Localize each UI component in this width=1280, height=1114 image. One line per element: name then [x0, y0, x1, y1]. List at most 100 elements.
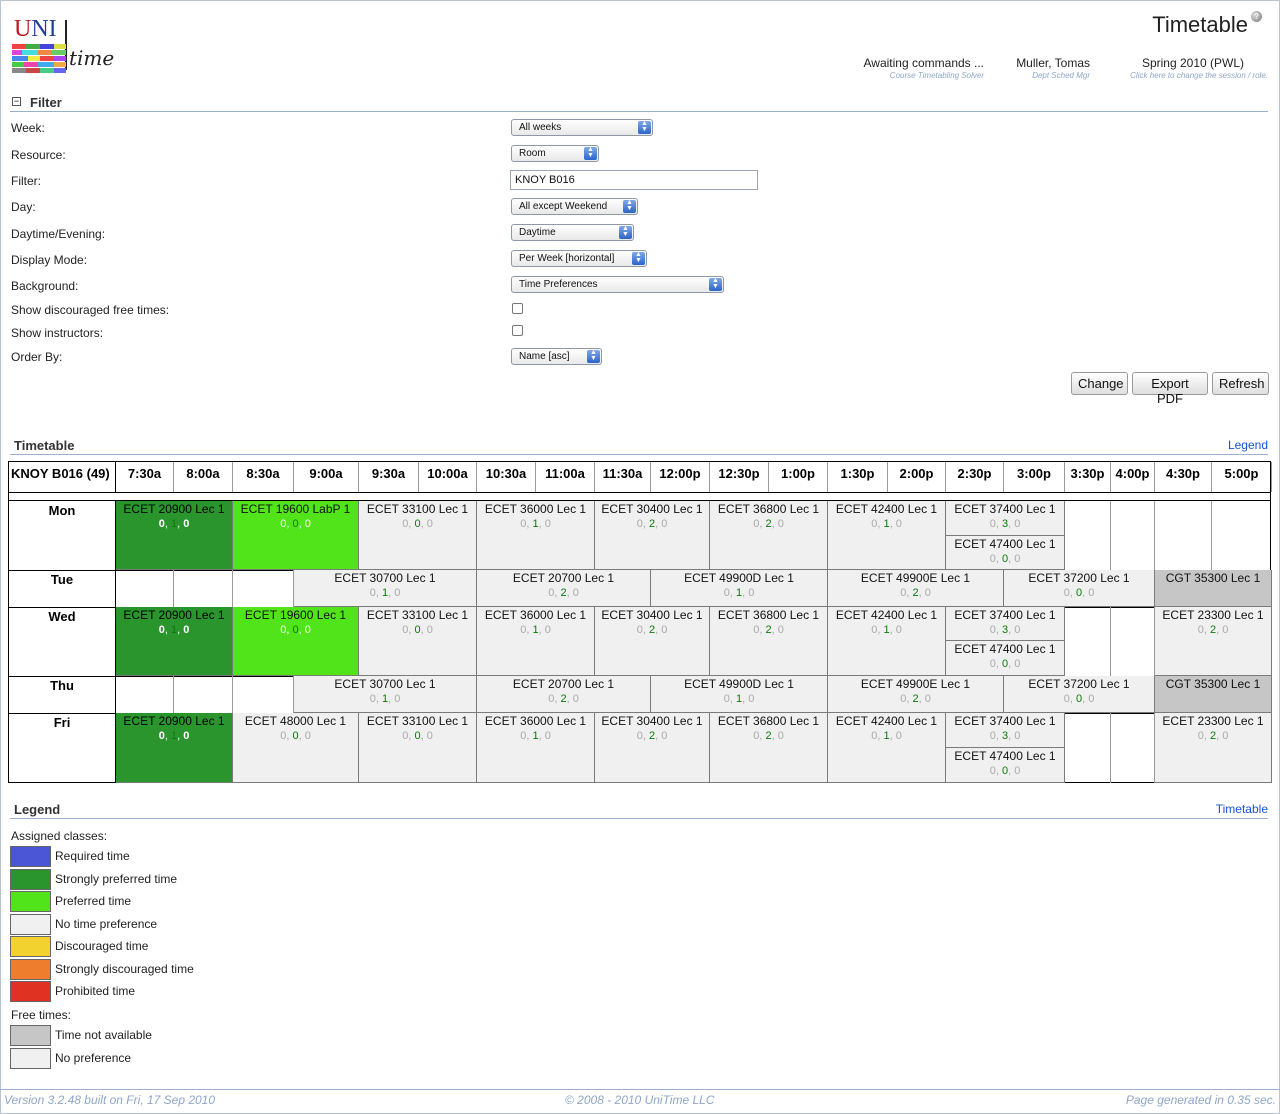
class-assignment[interactable]: ECET 23300 Lec 1 0, 2, 0	[1155, 713, 1272, 783]
class-assignment[interactable]: ECET 48000 Lec 1 0, 0, 0	[233, 713, 359, 783]
class-name: ECET 30400 Lec 1	[601, 608, 703, 622]
grid-line	[173, 676, 174, 713]
resource-select[interactable]: Room ▲ ▼	[511, 145, 599, 162]
class-assignment[interactable]: ECET 36800 Lec 1 0, 2, 0	[710, 607, 828, 676]
class-assignment[interactable]: CGT 35300 Lec 1	[1155, 570, 1272, 607]
class-assignment[interactable]: ECET 49900D Lec 1 0, 1, 0	[651, 676, 828, 713]
unitime-logo[interactable]: UNI time	[12, 16, 114, 78]
class-assignment[interactable]: ECET 30400 Lec 1 0, 2, 0	[595, 713, 710, 783]
class-name: CGT 35300 Lec 1	[1165, 571, 1261, 585]
legend-title: Legend	[14, 802, 61, 817]
legend-label: No time preference	[55, 916, 158, 931]
solver-status[interactable]: Awaiting commands ... Course Timetabling…	[864, 56, 985, 80]
class-preferences: 0, 2, 0	[1197, 730, 1229, 742]
filter-input[interactable]: KNOY B016	[510, 170, 758, 190]
time-header: 3:00p	[1004, 462, 1065, 492]
day-label: Day:	[11, 200, 36, 214]
legend-swatch	[10, 913, 51, 935]
class-assignment[interactable]: ECET 49900E Lec 1 0, 2, 0	[828, 570, 1004, 607]
class-assignment[interactable]: ECET 47400 Lec 1 0, 0, 0	[946, 748, 1065, 783]
class-assignment[interactable]: ECET 33100 Lec 1 0, 0, 0	[359, 501, 477, 570]
class-assignment[interactable]: ECET 23300 Lec 1 0, 2, 0	[1155, 607, 1272, 676]
class-name: ECET 20900 Lec 1	[123, 608, 225, 622]
class-assignment[interactable]: ECET 37200 Lec 1 0, 0, 0	[1004, 570, 1155, 607]
class-assignment[interactable]: ECET 20700 Lec 1 0, 2, 0	[477, 676, 651, 713]
user-info[interactable]: Muller, Tomas Dept Sched Mgr	[1016, 56, 1090, 80]
class-assignment[interactable]: ECET 36000 Lec 1 0, 1, 0	[477, 501, 595, 570]
class-assignment[interactable]: ECET 30400 Lec 1 0, 2, 0	[595, 501, 710, 570]
class-name: ECET 30700 Lec 1	[334, 677, 436, 691]
class-name: ECET 42400 Lec 1	[835, 502, 938, 516]
select-arrows-icon: ▲ ▼	[623, 199, 636, 213]
copyright-text[interactable]: © 2008 - 2010 UniTime LLC	[565, 1093, 714, 1107]
class-assignment[interactable]: ECET 37400 Lec 1 0, 3, 0	[946, 501, 1065, 536]
class-assignment[interactable]: ECET 36000 Lec 1 0, 1, 0	[477, 607, 595, 676]
collapse-icon[interactable]: −	[12, 97, 21, 106]
session-selector[interactable]: Spring 2010 (PWL) Click here to change t…	[1130, 56, 1268, 80]
class-assignment[interactable]: ECET 20700 Lec 1 0, 2, 0	[477, 570, 651, 607]
legend-label: Strongly discouraged time	[55, 961, 194, 976]
class-assignment[interactable]: ECET 49900E Lec 1 0, 2, 0	[828, 676, 1004, 713]
class-assignment[interactable]: ECET 42400 Lec 1 0, 1, 0	[828, 713, 946, 783]
class-assignment[interactable]: ECET 30700 Lec 1 0, 1, 0	[294, 676, 477, 713]
week-select[interactable]: All weeks ▲ ▼	[511, 119, 653, 136]
change-button[interactable]: Change	[1071, 372, 1128, 395]
class-assignment[interactable]: ECET 36000 Lec 1 0, 1, 0	[477, 713, 595, 783]
refresh-button[interactable]: Refresh	[1212, 372, 1269, 395]
class-name: ECET 30400 Lec 1	[601, 502, 703, 516]
class-assignment[interactable]: ECET 47400 Lec 1 0, 0, 0	[946, 641, 1065, 676]
time-header: 2:00p	[888, 462, 946, 492]
export-pdf-button[interactable]: Export PDF	[1132, 372, 1208, 406]
class-name: ECET 33100 Lec 1	[366, 714, 469, 728]
class-assignment[interactable]: ECET 33100 Lec 1 0, 0, 0	[359, 607, 477, 676]
background-select[interactable]: Time Preferences ▲ ▼	[511, 276, 724, 293]
timetable-link[interactable]: Timetable	[1216, 802, 1268, 816]
class-assignment[interactable]: ECET 36800 Lec 1 0, 2, 0	[710, 713, 828, 783]
class-preferences: 0, 0, 0	[989, 553, 1021, 565]
class-assignment[interactable]: ECET 42400 Lec 1 0, 1, 0	[828, 501, 946, 570]
class-assignment[interactable]: ECET 30400 Lec 1 0, 2, 0	[595, 607, 710, 676]
class-name: ECET 36000 Lec 1	[484, 714, 587, 728]
select-arrows-icon: ▲ ▼	[619, 225, 632, 239]
class-assignment[interactable]: ECET 37400 Lec 1 0, 3, 0	[946, 713, 1065, 748]
class-assignment[interactable]: ECET 37200 Lec 1 0, 0, 0	[1004, 676, 1155, 713]
day-label-fri: Fri	[9, 713, 116, 783]
legend-link[interactable]: Legend	[1228, 438, 1268, 452]
class-assignment[interactable]: ECET 19600 Lec 1 0, 0, 0	[233, 607, 359, 676]
day-select[interactable]: All except Weekend ▲ ▼	[511, 198, 638, 215]
class-name: ECET 19600 Lec 1	[244, 608, 347, 622]
class-assignment[interactable]: ECET 30700 Lec 1 0, 1, 0	[294, 570, 477, 607]
class-assignment[interactable]: CGT 35300 Lec 1	[1155, 676, 1272, 713]
order-by-select[interactable]: Name [asc] ▲ ▼	[511, 348, 602, 365]
class-assignment[interactable]: ECET 36800 Lec 1 0, 2, 0	[710, 501, 828, 570]
instructors-checkbox[interactable]	[512, 325, 523, 336]
class-preferences: 0, 1, 0	[158, 730, 190, 742]
class-preferences: 0, 1, 0	[158, 624, 190, 636]
class-assignment[interactable]: ECET 37400 Lec 1 0, 3, 0	[946, 607, 1065, 641]
display-mode-select[interactable]: Per Week [horizontal] ▲ ▼	[511, 250, 647, 267]
class-name: ECET 47400 Lec 1	[954, 537, 1056, 551]
daytime-label: Daytime/Evening:	[11, 227, 106, 241]
time-header: 9:30a	[359, 462, 419, 492]
week-label: Week:	[11, 121, 45, 135]
class-name: ECET 36800 Lec 1	[717, 714, 820, 728]
select-arrows-icon: ▲ ▼	[584, 146, 597, 160]
room-header[interactable]: KNOY B016 (49)	[9, 462, 116, 492]
class-assignment[interactable]: ECET 33100 Lec 1 0, 0, 0	[359, 713, 477, 783]
class-assignment[interactable]: ECET 20900 Lec 1 0, 1, 0	[116, 607, 233, 676]
class-assignment[interactable]: ECET 19600 LabP 1 0, 0, 0	[233, 501, 359, 570]
class-assignment[interactable]: ECET 49900D Lec 1 0, 1, 0	[651, 570, 828, 607]
discouraged-checkbox[interactable]	[512, 303, 523, 314]
class-name: ECET 23300 Lec 1	[1162, 714, 1264, 728]
class-assignment[interactable]: ECET 42400 Lec 1 0, 1, 0	[828, 607, 946, 676]
class-assignment[interactable]: ECET 20900 Lec 1 0, 1, 0	[116, 501, 233, 570]
version-text: Version 3.2.48 built on Fri, 17 Sep 2010	[4, 1093, 216, 1107]
time-header: 10:30a	[477, 462, 536, 492]
class-assignment[interactable]: ECET 20900 Lec 1 0, 1, 0	[116, 713, 233, 783]
class-assignment[interactable]: ECET 47400 Lec 1 0, 0, 0	[946, 536, 1065, 570]
daytime-select[interactable]: Daytime ▲ ▼	[511, 224, 634, 241]
class-preferences: 0, 2, 0	[753, 730, 784, 742]
help-icon[interactable]: ?	[1251, 11, 1262, 22]
filter-section-header: − Filter	[10, 94, 1268, 112]
class-preferences: 0, 2, 0	[900, 587, 931, 599]
